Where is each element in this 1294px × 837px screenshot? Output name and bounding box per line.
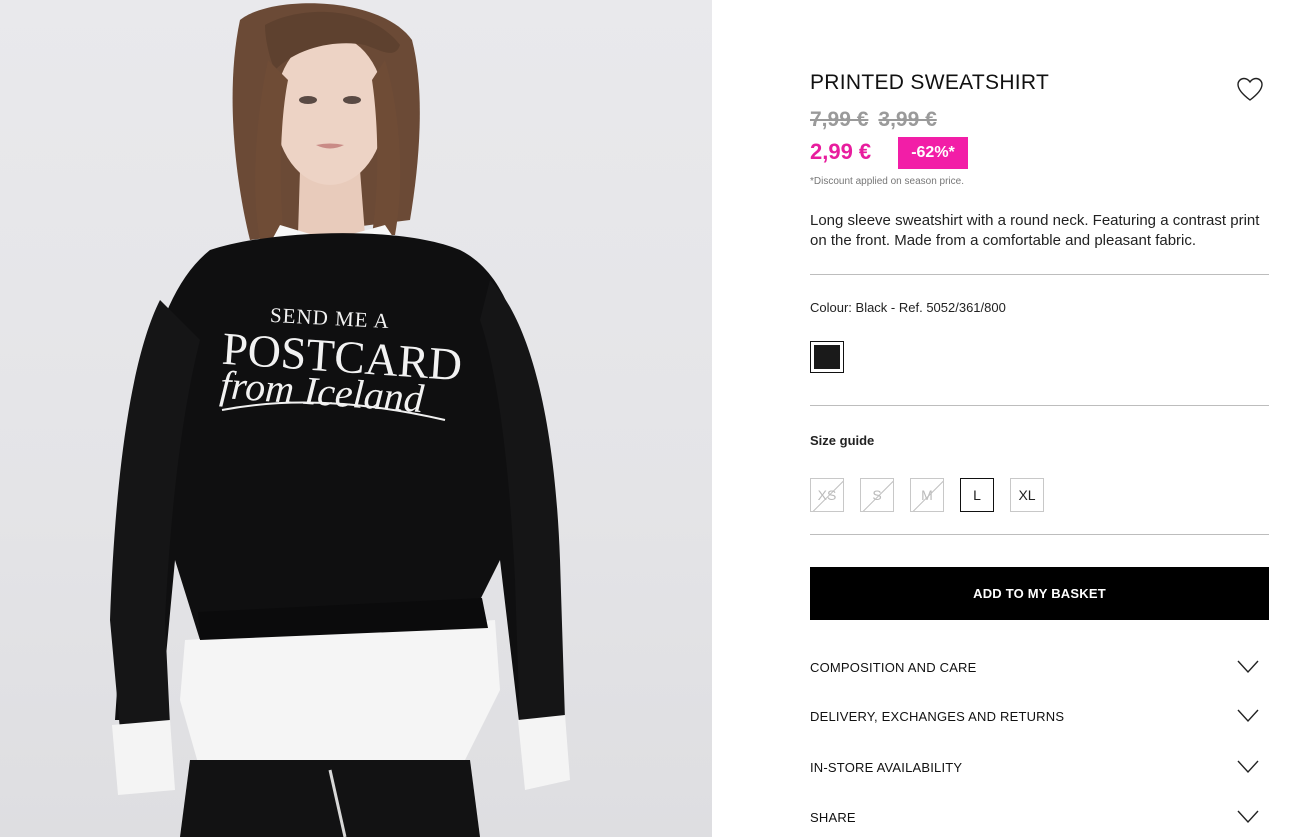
accordion-label: DELIVERY, EXCHANGES AND RETURNS [810, 708, 1065, 724]
discount-badge: -62%* [898, 137, 968, 169]
accordion-composition-and-care[interactable]: COMPOSITION AND CARE [810, 655, 1269, 679]
divider [810, 405, 1269, 406]
add-to-basket-button[interactable]: ADD TO MY BASKET [810, 567, 1269, 620]
chevron-down-icon [1237, 709, 1259, 723]
chevron-down-icon [1237, 810, 1259, 824]
season-price: 3,99 € [878, 108, 937, 131]
product-title: PRINTED SWEATSHIRT [810, 71, 1050, 94]
accordion-label: COMPOSITION AND CARE [810, 659, 977, 675]
divider [810, 534, 1269, 535]
old-prices: 7,99 € 3,99 € [810, 108, 947, 132]
size-selector: XS S M L XL [810, 478, 1044, 512]
size-option-xs[interactable]: XS [810, 478, 844, 512]
model-illustration [110, 3, 570, 837]
discount-note: *Discount applied on season price. [810, 176, 964, 187]
accordion-label: SHARE [810, 809, 856, 825]
colour-reference: Colour: Black - Ref. 5052/361/800 [810, 300, 1006, 315]
accordion-share[interactable]: SHARE [810, 805, 1269, 829]
original-price: 7,99 € [810, 108, 869, 131]
colour-swatch-black[interactable] [810, 341, 844, 373]
accordion-in-store-availability[interactable]: IN-STORE AVAILABILITY [810, 755, 1269, 779]
size-guide-link[interactable]: Size guide [810, 433, 874, 448]
size-option-s[interactable]: S [860, 478, 894, 512]
current-price: 2,99 € [810, 139, 872, 164]
heart-icon[interactable] [1236, 76, 1264, 104]
size-option-m[interactable]: M [910, 478, 944, 512]
divider [810, 274, 1269, 275]
size-option-xl[interactable]: XL [1010, 478, 1044, 512]
size-option-l[interactable]: L [960, 478, 994, 512]
chevron-down-icon [1237, 760, 1259, 774]
chevron-down-icon [1237, 660, 1259, 674]
accordion-delivery-exchanges-returns[interactable]: DELIVERY, EXCHANGES AND RETURNS [810, 704, 1269, 728]
accordion-label: IN-STORE AVAILABILITY [810, 759, 963, 775]
product-description: Long sleeve sweatshirt with a round neck… [810, 212, 1260, 249]
product-details-panel: PRINTED SWEATSHIRT 7,99 € 3,99 € 2,99 € -… [810, 0, 1270, 837]
product-image[interactable]: SEND ME A POSTCARD from Iceland [0, 0, 712, 837]
swatch-fill [814, 345, 840, 369]
